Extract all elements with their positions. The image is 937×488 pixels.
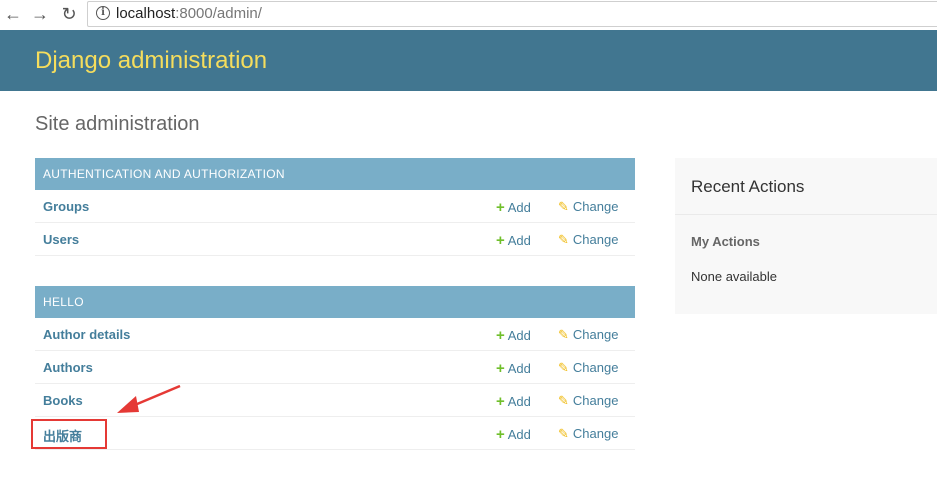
- reload-icon[interactable]: ↻: [58, 3, 80, 25]
- model-link-authors[interactable]: Authors: [43, 360, 93, 375]
- back-arrow-icon[interactable]: ←: [2, 3, 24, 25]
- site-brand[interactable]: Django administration: [35, 47, 267, 75]
- plus-icon: +: [496, 426, 505, 443]
- module-caption[interactable]: HELLO: [35, 286, 635, 318]
- add-button[interactable]: + Add: [496, 327, 531, 344]
- model-link-books[interactable]: Books: [43, 393, 83, 408]
- divider: [675, 214, 937, 215]
- model-link-author-details[interactable]: Author details: [43, 327, 130, 342]
- address-bar[interactable]: i localhost:8000/admin/: [87, 1, 937, 27]
- url-path: :8000/admin/: [175, 5, 262, 22]
- module-caption[interactable]: AUTHENTICATION AND AUTHORIZATION: [35, 158, 635, 190]
- pencil-icon: ✎: [558, 232, 569, 247]
- change-label: Change: [572, 360, 619, 375]
- add-label: Add: [507, 394, 531, 409]
- model-link-groups[interactable]: Groups: [43, 199, 89, 214]
- table-row: Users + Add ✎ Change: [35, 223, 635, 256]
- forward-arrow-icon[interactable]: →: [29, 3, 51, 25]
- table-row: Author details + Add ✎ Change: [35, 318, 635, 351]
- add-button[interactable]: + Add: [496, 360, 531, 377]
- model-link-users[interactable]: Users: [43, 232, 79, 247]
- add-label: Add: [507, 427, 531, 442]
- page-title: Site administration: [35, 113, 200, 135]
- change-label: Change: [572, 393, 619, 408]
- add-button[interactable]: + Add: [496, 199, 531, 216]
- recent-actions-title: Recent Actions: [691, 177, 805, 196]
- add-label: Add: [507, 233, 531, 248]
- change-label: Change: [572, 199, 619, 214]
- plus-icon: +: [496, 393, 505, 410]
- pencil-icon: ✎: [558, 327, 569, 342]
- plus-icon: +: [496, 327, 505, 344]
- add-button[interactable]: + Add: [496, 232, 531, 249]
- module-hello: HELLO Author details + Add ✎ Change Author…: [35, 286, 635, 450]
- plus-icon: +: [496, 360, 505, 377]
- change-button[interactable]: ✎ Change: [558, 327, 618, 343]
- recent-actions-panel: Recent Actions My Actions None available: [675, 158, 937, 314]
- change-button[interactable]: ✎ Change: [558, 199, 618, 215]
- table-row: Authors + Add ✎ Change: [35, 351, 635, 384]
- info-icon[interactable]: i: [96, 6, 110, 20]
- my-actions-heading: My Actions: [691, 234, 760, 249]
- pencil-icon: ✎: [558, 426, 569, 441]
- table-row: 出版商 + Add ✎ Change: [35, 417, 635, 450]
- change-button[interactable]: ✎ Change: [558, 232, 618, 248]
- change-label: Change: [572, 232, 619, 247]
- module-auth: AUTHENTICATION AND AUTHORIZATION Groups …: [35, 158, 635, 256]
- browser-toolbar: ← → ↻ i localhost:8000/admin/: [0, 0, 937, 30]
- empty-state-text: None available: [691, 269, 778, 284]
- pencil-icon: ✎: [558, 393, 569, 408]
- change-button[interactable]: ✎ Change: [558, 393, 618, 409]
- table-row: Books + Add ✎ Change: [35, 384, 635, 417]
- add-label: Add: [507, 200, 531, 215]
- annotation-highlight-box: [31, 419, 107, 449]
- add-button[interactable]: + Add: [496, 426, 531, 443]
- table-row: Groups + Add ✎ Change: [35, 190, 635, 223]
- url-text[interactable]: localhost:8000/admin/: [116, 5, 262, 22]
- plus-icon: +: [496, 232, 505, 249]
- pencil-icon: ✎: [558, 199, 569, 214]
- change-label: Change: [572, 327, 619, 342]
- url-host: localhost: [116, 5, 176, 22]
- plus-icon: +: [496, 199, 505, 216]
- site-header: Django administration: [0, 30, 937, 91]
- pencil-icon: ✎: [558, 360, 569, 375]
- change-label: Change: [572, 426, 619, 441]
- add-button[interactable]: + Add: [496, 393, 531, 410]
- add-label: Add: [507, 361, 531, 376]
- change-button[interactable]: ✎ Change: [558, 426, 618, 442]
- add-label: Add: [507, 328, 531, 343]
- change-button[interactable]: ✎ Change: [558, 360, 618, 376]
